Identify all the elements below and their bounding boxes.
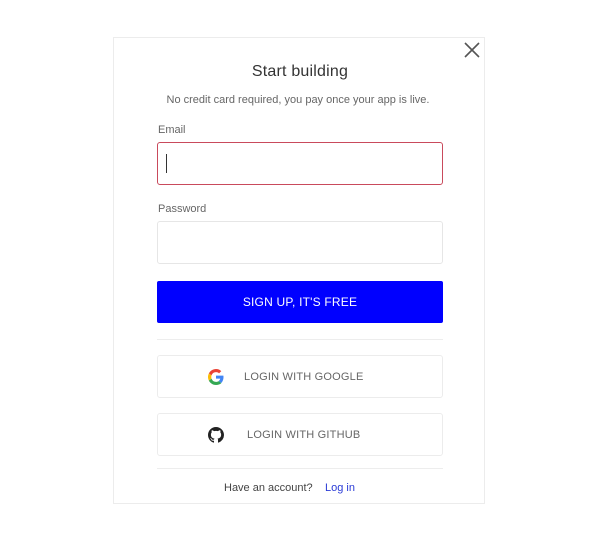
google-icon [208, 369, 224, 385]
google-login-label: LOGIN WITH GOOGLE [244, 371, 364, 383]
signup-button[interactable]: SIGN UP, IT'S FREE [157, 281, 443, 323]
password-field[interactable] [157, 221, 443, 264]
github-icon [208, 427, 224, 443]
text-caret [166, 154, 167, 173]
password-label: Password [158, 203, 207, 215]
divider [157, 468, 443, 469]
email-label: Email [158, 124, 186, 136]
dialog-subtitle: No credit card required, you pay once yo… [166, 94, 430, 106]
divider [157, 339, 443, 340]
footer-text: Have an account? [224, 482, 313, 494]
dialog-title: Start building [251, 63, 349, 80]
close-icon[interactable] [463, 41, 481, 59]
github-login-label: LOGIN WITH GITHUB [247, 429, 361, 441]
email-field[interactable] [157, 142, 443, 185]
login-link[interactable]: Log in [325, 482, 355, 494]
google-login-button[interactable]: LOGIN WITH GOOGLE [157, 355, 443, 398]
github-login-button[interactable]: LOGIN WITH GITHUB [157, 413, 443, 456]
